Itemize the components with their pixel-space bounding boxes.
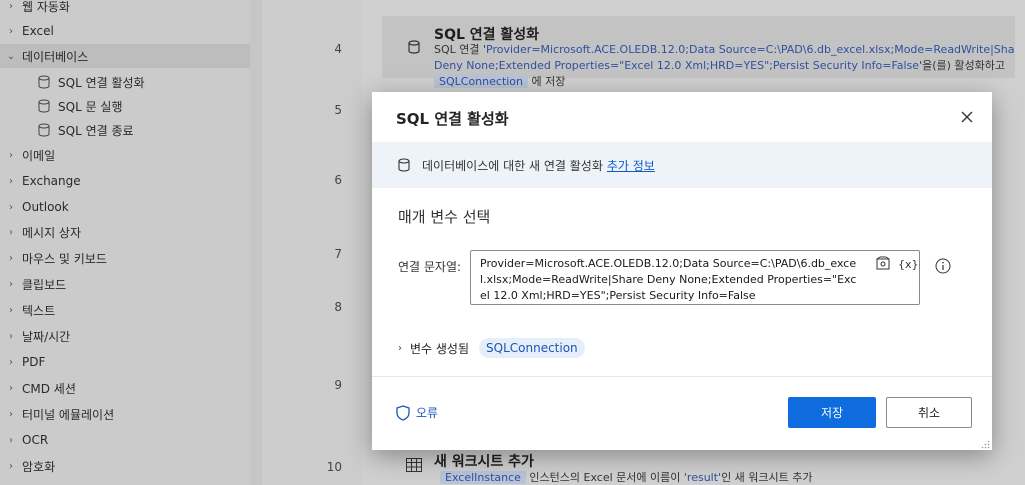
chevron-right-icon: › — [9, 356, 13, 368]
action-description: SQL 연결 'Provider=Microsoft.ACE.OLEDB.12.… — [434, 43, 1025, 88]
line-number: 9 — [334, 378, 342, 392]
more-info-link[interactable]: 추가 정보 — [607, 157, 655, 174]
chevron-right-icon: › — [9, 201, 13, 213]
database-icon — [398, 158, 410, 172]
field-actions: {x} — [876, 256, 919, 273]
sidebar-item-exchange[interactable]: › Exchange — [0, 169, 250, 193]
action-card-add-worksheet[interactable]: 새 워크시트 추가 ExcelInstance 인스턴스의 Excel 문서에 … — [382, 448, 1025, 485]
line-number: 4 — [334, 42, 342, 56]
actions-sidebar: › 웹 자동화 › Excel ⌄ 데이터베이스 SQL 연결 활성화 SQL 문 실… — [0, 0, 250, 485]
sidebar-item-database[interactable]: ⌄ 데이터베이스 — [0, 44, 250, 68]
chevron-right-icon: › — [9, 434, 13, 446]
variables-produced-label: 변수 생성됨 — [410, 341, 470, 356]
close-icon — [961, 111, 973, 123]
excel-worksheet-icon — [406, 458, 422, 475]
sidebar-subitem-sql-open[interactable]: SQL 연결 활성화 — [0, 70, 250, 94]
variable-pill[interactable]: SQLConnection — [479, 338, 585, 358]
action-description: ExcelInstance 인스턴스의 Excel 문서에 이름이 'resul… — [440, 469, 813, 485]
chevron-right-icon: › — [9, 278, 13, 290]
divider — [372, 376, 992, 377]
insert-variable-button[interactable]: {x} — [898, 258, 919, 271]
sidebar-item-datetime[interactable]: › 날짜/시간 — [0, 324, 250, 348]
chevron-right-icon: › — [9, 330, 13, 342]
chevron-down-icon: ⌄ — [6, 50, 16, 62]
line-number: 10 — [326, 460, 342, 474]
chevron-right-icon: › — [9, 0, 13, 12]
chevron-right-icon: › — [9, 382, 13, 394]
sidebar-item-excel[interactable]: › Excel — [0, 19, 250, 43]
action-card-sql-open[interactable]: SQL 연결 활성화 SQL 연결 'Provider=Microsoft.AC… — [382, 16, 1025, 88]
sidebar-item-text[interactable]: › 텍스트 — [0, 298, 250, 322]
line-number: 7 — [334, 247, 342, 261]
chevron-right-icon: › — [9, 25, 13, 37]
sidebar-subitem-sql-close[interactable]: SQL 연결 종료 — [0, 118, 250, 142]
sql-connection-dialog: SQL 연결 활성화 데이터베이스에 대한 새 연결 활성화 추가 정보 매개 … — [372, 92, 992, 450]
chevron-right-icon: › — [398, 342, 402, 354]
section-title: 매개 변수 선택 — [398, 208, 491, 226]
info-icon[interactable] — [935, 258, 951, 277]
line-number: 8 — [334, 300, 342, 314]
close-button[interactable] — [956, 106, 978, 128]
connection-string-input[interactable]: Provider=Microsoft.ACE.OLEDB.12.0;Data S… — [470, 250, 920, 305]
chevron-right-icon: › — [9, 304, 13, 316]
database-icon — [38, 75, 50, 89]
sidebar-item-cryptography[interactable]: › 암호화 — [0, 454, 250, 478]
sidebar-item-pdf[interactable]: › PDF — [0, 350, 250, 374]
sidebar-item-clipboard[interactable]: › 클립보드 — [0, 272, 250, 296]
sidebar-subitem-sql-execute[interactable]: SQL 문 실행 — [0, 94, 250, 118]
chevron-right-icon: › — [9, 175, 13, 187]
chevron-right-icon: › — [9, 252, 13, 264]
line-numbers: 4 5 6 7 8 9 10 — [262, 0, 362, 485]
chevron-right-icon: › — [9, 408, 13, 420]
chevron-right-icon: › — [9, 226, 13, 238]
line-number: 5 — [334, 103, 342, 117]
connection-builder-icon[interactable] — [876, 256, 890, 273]
chevron-right-icon: › — [9, 149, 13, 161]
sidebar-item-cmd-session[interactable]: › CMD 세션 — [0, 376, 250, 400]
info-banner: 데이터베이스에 대한 새 연결 활성화 추가 정보 — [372, 142, 992, 188]
line-number: 6 — [334, 173, 342, 187]
sidebar-item-outlook[interactable]: › Outlook — [0, 195, 250, 219]
action-title: SQL 연결 활성화 — [434, 27, 540, 43]
shield-icon — [396, 404, 410, 421]
sidebar-item-web-automation[interactable]: › 웹 자동화 — [0, 0, 250, 18]
action-title: 새 워크시트 추가 — [434, 454, 534, 470]
sidebar-item-email[interactable]: › 이메일 — [0, 143, 250, 167]
database-icon — [38, 99, 50, 113]
errors-button[interactable]: 오류 — [396, 404, 438, 421]
chevron-right-icon: › — [9, 460, 13, 472]
sidebar-item-mouse-keyboard[interactable]: › 마우스 및 키보드 — [0, 246, 250, 270]
dialog-title: SQL 연결 활성화 — [396, 110, 509, 128]
info-text: 데이터베이스에 대한 새 연결 활성화 — [422, 158, 603, 173]
cancel-button[interactable]: 취소 — [886, 397, 972, 428]
resize-grip-icon[interactable] — [980, 438, 990, 449]
sidebar-scrollbar[interactable] — [250, 0, 262, 485]
database-icon — [38, 123, 50, 137]
connection-string-label: 연결 문자열: — [398, 260, 462, 274]
sidebar-item-terminal-emulation[interactable]: › 터미널 에뮬레이션 — [0, 402, 250, 426]
variables-produced[interactable]: › 변수 생성됨 SQLConnection — [398, 338, 585, 358]
sidebar-item-ocr[interactable]: › OCR — [0, 428, 250, 452]
save-button[interactable]: 저장 — [788, 397, 876, 428]
flow-scrollbar[interactable] — [1015, 0, 1025, 485]
database-icon — [408, 40, 420, 57]
sidebar-item-message-boxes[interactable]: › 메시지 상자 — [0, 220, 250, 244]
